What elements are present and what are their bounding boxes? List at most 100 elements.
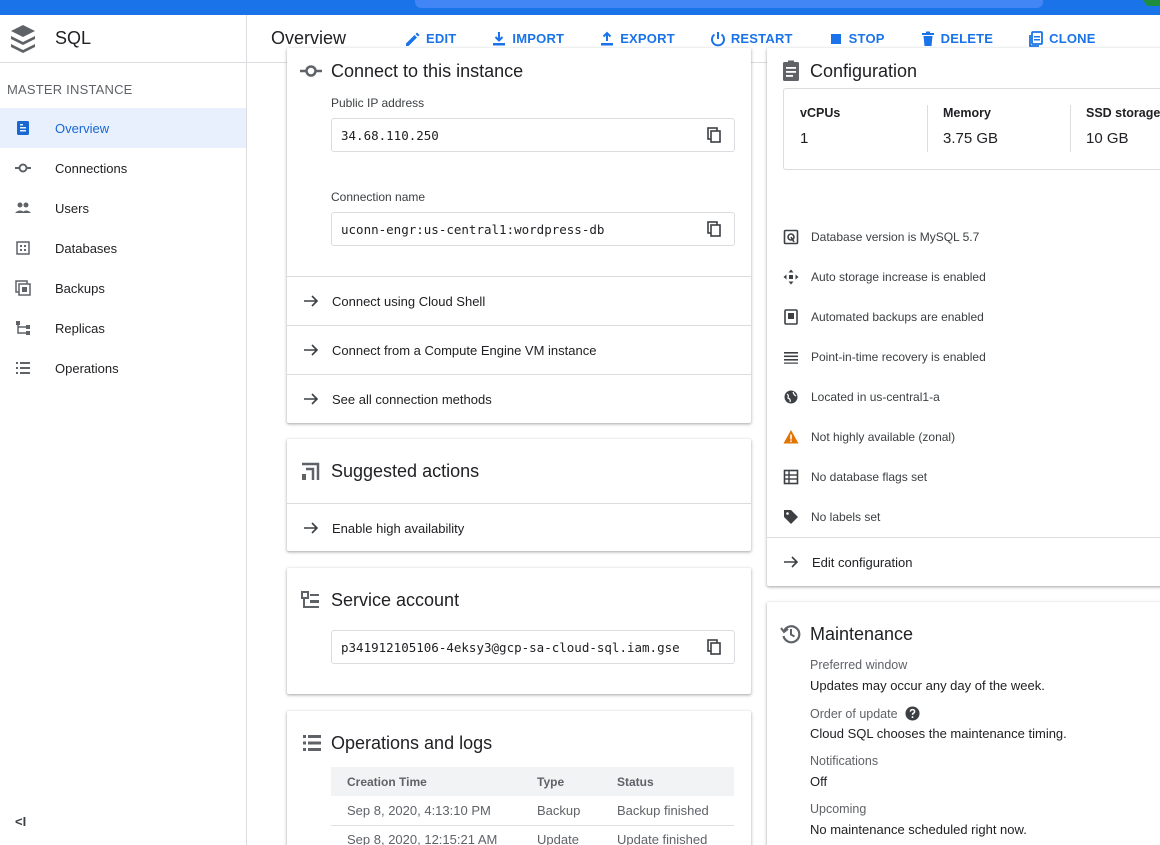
sidebar-item-replicas[interactable]: Replicas — [0, 308, 246, 348]
order-of-update-value: Cloud SQL chooses the maintenance timing… — [810, 726, 1067, 741]
recovery-icon — [784, 352, 798, 364]
sidebar-item-connections[interactable]: Connections — [0, 148, 246, 188]
maintenance-card: Maintenance Preferred window Updates may… — [767, 602, 1160, 845]
config-item-flags: No database flags set — [783, 467, 927, 487]
service-account-icon — [301, 591, 319, 608]
public-ip-value[interactable]: 34.68.110.250 — [341, 128, 698, 143]
maintenance-history-icon — [780, 625, 801, 644]
table-cell: Backup finished — [601, 796, 734, 826]
spec-value: 10 GB — [1086, 130, 1129, 147]
sql-logo-icon — [11, 24, 35, 53]
edit-configuration-link[interactable]: Edit configuration — [767, 537, 1160, 586]
pencil-icon — [406, 32, 420, 46]
spec-value: 1 — [800, 130, 809, 147]
search-bar[interactable] — [415, 0, 1043, 8]
maintenance-title: Maintenance — [810, 624, 914, 644]
column-header-creation-time[interactable]: Creation Time — [331, 767, 521, 796]
sidebar-item-label: Operations — [55, 360, 119, 376]
product-brand: SQL — [0, 15, 246, 63]
spec-label: vCPUs — [800, 106, 841, 120]
table-cell: Backup — [521, 796, 601, 826]
link-label: Connect using Cloud Shell — [332, 293, 486, 309]
table-cell: Sep 8, 2020, 12:15:21 AM — [331, 825, 521, 845]
public-ip-label: Public IP address — [331, 96, 425, 110]
account-avatar[interactable] — [1144, 0, 1160, 6]
column-header-type[interactable]: Type — [521, 767, 601, 796]
connections-icon — [15, 163, 31, 173]
page-title: Overview — [271, 28, 347, 48]
column-header-status[interactable]: Status — [601, 767, 734, 796]
upcoming-label: Upcoming — [810, 802, 867, 816]
config-item-text: Database version is MySQL 5.7 — [811, 230, 980, 244]
sidebar-item-backups[interactable]: Backups — [0, 268, 246, 308]
connection-name-label: Connection name — [331, 190, 426, 204]
order-of-update-text: Order of update — [810, 706, 898, 721]
copy-icon[interactable] — [706, 127, 722, 143]
arrow-right-icon — [304, 522, 319, 534]
suggested-actions-icon — [302, 462, 320, 480]
configuration-icon — [783, 60, 799, 81]
restart-button-label: RESTART — [730, 31, 793, 46]
backup-icon — [784, 309, 798, 325]
order-of-update-label: Order of update — [810, 706, 920, 721]
copy-icon[interactable] — [706, 221, 722, 237]
top-app-bar — [0, 0, 1160, 15]
config-item-text: Point-in-time recovery is enabled — [811, 350, 986, 364]
sidebar-item-overview[interactable]: Overview — [0, 108, 246, 148]
all-connection-methods-link[interactable]: See all connection methods — [287, 374, 751, 423]
config-item-text: No database flags set — [811, 470, 928, 484]
service-account-value[interactable]: p341912105106-4eksy3@gcp-sa-cloud-sql.ia… — [341, 640, 698, 655]
notifications-value: Off — [810, 774, 828, 789]
spec-label: Memory — [943, 106, 991, 120]
clone-icon — [1029, 30, 1044, 47]
suggested-actions-card: Suggested actions Enable high availabili… — [287, 439, 751, 551]
table-header-row: Creation Time Type Status — [331, 767, 734, 796]
public-ip-field: 34.68.110.250 — [331, 118, 735, 152]
restart-button[interactable]: RESTART — [709, 30, 793, 48]
config-item-text: Auto storage increase is enabled — [811, 270, 986, 284]
stop-button[interactable]: STOP — [827, 30, 885, 48]
configuration-card: Configuration vCPUs 1 Memory 3.75 GB SSD… — [767, 48, 1160, 586]
sidebar-item-databases[interactable]: Databases — [0, 228, 246, 268]
notifications-label: Notifications — [810, 754, 879, 768]
sidebar-item-operations[interactable]: Operations — [0, 348, 246, 388]
export-button[interactable]: EXPORT — [598, 30, 675, 48]
config-item-text: Not highly available (zonal) — [811, 430, 956, 444]
config-item-text: No labels set — [811, 510, 881, 524]
overview-icon — [17, 121, 29, 135]
edit-button[interactable]: EDIT — [404, 30, 456, 48]
import-button[interactable]: IMPORT — [490, 30, 564, 48]
section-label: MASTER INSTANCE — [7, 82, 133, 97]
connect-compute-engine-link[interactable]: Connect from a Compute Engine VM instanc… — [287, 325, 751, 374]
spec-divider — [1070, 105, 1071, 152]
specs-box: vCPUs 1 Memory 3.75 GB SSD storage 10 GB — [783, 88, 1160, 170]
sidebar-item-users[interactable]: Users — [0, 188, 246, 228]
sidebar-item-label: Overview — [55, 120, 110, 136]
operations-card: Operations and logs Creation Time Type S… — [287, 711, 751, 845]
service-account-field: p341912105106-4eksy3@gcp-sa-cloud-sql.ia… — [331, 630, 735, 664]
help-icon[interactable] — [905, 706, 920, 721]
enable-high-availability-link[interactable]: Enable high availability — [287, 503, 751, 551]
copy-icon[interactable] — [706, 639, 722, 655]
config-item-database-version: Database version is MySQL 5.7 — [783, 227, 979, 247]
arrow-right-icon — [304, 344, 319, 356]
spec-vcpus: vCPUs 1 — [800, 106, 840, 147]
operations-icon — [16, 362, 30, 374]
sidebar-item-label: Connections — [55, 160, 128, 176]
spec-label: SSD storage — [1086, 106, 1160, 120]
auto-storage-icon — [783, 269, 799, 285]
databases-icon — [16, 241, 30, 255]
clone-button[interactable]: CLONE — [1027, 30, 1096, 48]
link-label: Connect from a Compute Engine VM instanc… — [332, 342, 597, 358]
connection-name-value[interactable]: uconn-engr:us-central1:wordpress-db — [341, 222, 698, 237]
spec-divider — [927, 105, 928, 152]
spec-ssd-storage: SSD storage 10 GB — [1086, 106, 1160, 147]
delete-button[interactable]: DELETE — [919, 30, 993, 48]
sidebar-item-label: Replicas — [55, 320, 105, 336]
edit-button-label: EDIT — [426, 31, 457, 46]
connect-cloud-shell-link[interactable]: Connect using Cloud Shell — [287, 276, 751, 325]
collapse-sidebar-button[interactable]: <I — [15, 814, 26, 829]
service-account-title: Service account — [331, 590, 460, 610]
users-icon — [15, 202, 31, 213]
table-cell: Sep 8, 2020, 4:13:10 PM — [331, 796, 521, 826]
